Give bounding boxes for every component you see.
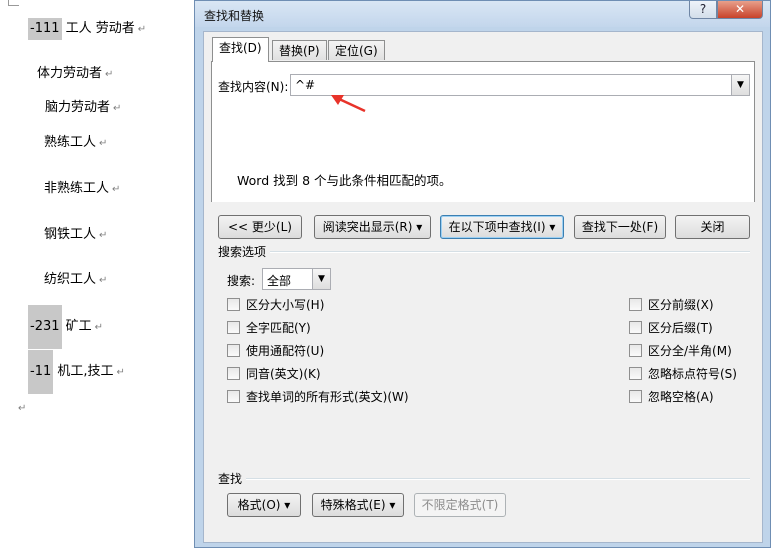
checkbox-icon[interactable] (227, 344, 240, 357)
checkbox-label: 查找单词的所有形式(英文)(W) (246, 390, 409, 404)
checkbox-label: 全字匹配(Y) (246, 321, 311, 335)
checkbox-label: 区分后缀(T) (648, 321, 713, 335)
doc-text: 纺织工人 (44, 272, 97, 287)
doc-text: 钢铁工人 (44, 227, 97, 242)
checkbox-sounds-like[interactable]: 同音(英文)(K) (227, 366, 321, 382)
find-what-label: 查找内容(N): (218, 80, 289, 94)
doc-text: 矿工 (61, 319, 92, 334)
paragraph-mark-icon: ↵ (99, 138, 108, 149)
find-replace-dialog: 查找和替换 ? ✕ 查找(D) 替换(P) 定位(G) 查找内容(N): ^# … (194, 0, 771, 548)
close-button[interactable]: 关闭 (675, 215, 750, 239)
checkbox-label: 忽略标点符号(S) (648, 367, 737, 381)
format-button[interactable]: 格式(O) ▾ (227, 493, 301, 517)
search-direction-label: 搜索: (227, 274, 256, 288)
paragraph-mark-icon: ↵ (18, 403, 27, 414)
find-in-button[interactable]: 在以下项中查找(I) ▾ (440, 215, 564, 239)
checkbox-match-prefix[interactable]: 区分前缀(X) (629, 297, 714, 313)
checkbox-icon[interactable] (227, 390, 240, 403)
result-status-text: Word 找到 8 个与此条件相匹配的项。 (237, 173, 452, 188)
chevron-down-icon[interactable]: ▼ (731, 75, 749, 95)
search-direction-value: 全部 (267, 274, 292, 288)
checkbox-icon[interactable] (629, 390, 642, 403)
page-corner-mark (8, 0, 19, 6)
checkbox-label: 使用通配符(U) (246, 344, 325, 358)
paragraph-mark-icon: ↵ (99, 275, 108, 286)
paragraph-mark-icon: ↵ (99, 230, 108, 241)
paragraph-mark-icon: ↵ (94, 322, 104, 333)
checkbox-icon[interactable] (629, 298, 642, 311)
checkbox-all-word-forms[interactable]: 查找单词的所有形式(英文)(W) (227, 389, 409, 405)
paragraph-mark-icon: ↵ (105, 69, 114, 80)
checkbox-label: 区分全/半角(M) (648, 344, 732, 358)
checkbox-label: 忽略空格(A) (648, 390, 714, 404)
doc-text: 工人 劳动者 (61, 21, 135, 36)
search-options-title: 搜索选项 (218, 245, 267, 259)
doc-text: 脑力劳动者 (45, 100, 111, 115)
checkbox-wildcards[interactable]: 使用通配符(U) (227, 343, 324, 359)
doc-line-1[interactable]: -111 工人 劳动者 ↵ (28, 18, 147, 40)
doc-highlight: -11 (28, 350, 54, 394)
chevron-down-icon[interactable]: ▼ (312, 269, 330, 289)
checkbox-icon[interactable] (629, 367, 642, 380)
checkbox-match-width[interactable]: 区分全/半角(M) (629, 343, 732, 359)
doc-text: 体力劳动者 (37, 66, 103, 81)
checkbox-label: 区分大小写(H) (246, 298, 325, 312)
paragraph-mark-icon: ↵ (112, 184, 121, 195)
checkbox-ignore-spaces[interactable]: 忽略空格(A) (629, 389, 714, 405)
dialog-title: 查找和替换 (204, 9, 265, 23)
doc-line-5[interactable]: 非熟练工人 ↵ (44, 179, 120, 199)
doc-line-3[interactable]: 脑力劳动者 ↵ (45, 98, 121, 118)
checkbox-icon[interactable] (227, 321, 240, 334)
checkbox-icon[interactable] (629, 344, 642, 357)
doc-line-2[interactable]: 体力劳动者 ↵ (37, 64, 113, 84)
checkbox-label: 同音(英文)(K) (246, 367, 321, 381)
document-page[interactable]: -111 工人 劳动者 ↵ 体力劳动者 ↵ 脑力劳动者 ↵ 熟练工人 ↵ 非熟练工人 ↵ … (0, 0, 197, 548)
checkbox-ignore-punctuation[interactable]: 忽略标点符号(S) (629, 366, 737, 382)
reading-highlight-button[interactable]: 阅读突出显示(R) ▾ (314, 215, 431, 239)
find-section-title: 查找 (218, 472, 243, 486)
doc-text: 非熟练工人 (44, 181, 110, 196)
dialog-client-area: 查找(D) 替换(P) 定位(G) 查找内容(N): ^# ▼ Word 找到 … (203, 31, 763, 543)
checkbox-icon[interactable] (227, 298, 240, 311)
doc-line-4[interactable]: 熟练工人 ↵ (44, 133, 107, 153)
paragraph-mark-icon: ↵ (113, 103, 122, 114)
red-arrow-annotation (331, 95, 366, 113)
doc-highlight: -111 (28, 18, 62, 40)
special-button[interactable]: 特殊格式(E) ▾ (312, 493, 404, 517)
doc-line-9[interactable]: -11 机工,技工 ↵ (28, 350, 125, 394)
paragraph-mark-icon: ↵ (116, 367, 125, 378)
checkbox-match-suffix[interactable]: 区分后缀(T) (629, 320, 713, 336)
search-direction-select[interactable]: 全部 ▼ (262, 268, 331, 290)
doc-line-7[interactable]: 纺织工人 ↵ (44, 270, 107, 290)
doc-line-8[interactable]: -231 矿工 ↵ (28, 305, 103, 349)
tab-replace[interactable]: 替换(P) (272, 40, 327, 60)
paragraph-mark-icon: ↵ (137, 24, 147, 35)
divider (270, 251, 750, 253)
doc-line-empty[interactable]: ↵ (18, 398, 26, 418)
help-button[interactable]: ? (689, 1, 717, 19)
tab-goto[interactable]: 定位(G) (328, 40, 385, 60)
doc-text: 机工,技工 (53, 364, 114, 379)
close-window-button[interactable]: ✕ (717, 1, 763, 19)
dialog-titlebar[interactable]: 查找和替换 ? ✕ (195, 1, 770, 27)
find-what-value: ^# (295, 78, 316, 92)
checkbox-label: 区分前缀(X) (648, 298, 714, 312)
divider (246, 478, 750, 480)
doc-text: 熟练工人 (44, 135, 97, 150)
find-next-button[interactable]: 查找下一处(F) (574, 215, 666, 239)
less-button[interactable]: << 更少(L) (218, 215, 302, 239)
no-formatting-button[interactable]: 不限定格式(T) (414, 493, 506, 517)
doc-line-6[interactable]: 钢铁工人 ↵ (44, 225, 107, 245)
checkbox-icon[interactable] (227, 367, 240, 380)
doc-highlight: -231 (28, 305, 62, 349)
checkbox-match-case[interactable]: 区分大小写(H) (227, 297, 324, 313)
tab-find[interactable]: 查找(D) (212, 37, 269, 62)
checkbox-icon[interactable] (629, 321, 642, 334)
checkbox-whole-word[interactable]: 全字匹配(Y) (227, 320, 311, 336)
